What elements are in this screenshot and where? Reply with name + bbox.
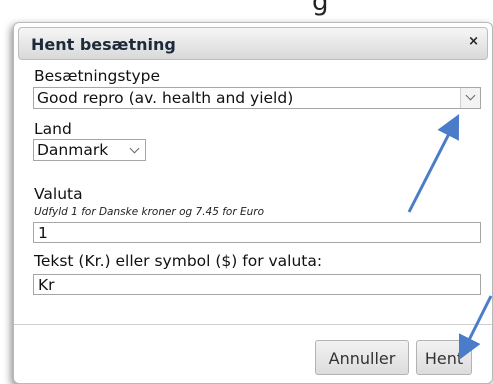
- annotation-arrow-to-fetch: [458, 295, 493, 361]
- annotation-arrow-to-dropdown: [407, 113, 460, 213]
- annotation-arrows: [407, 113, 493, 361]
